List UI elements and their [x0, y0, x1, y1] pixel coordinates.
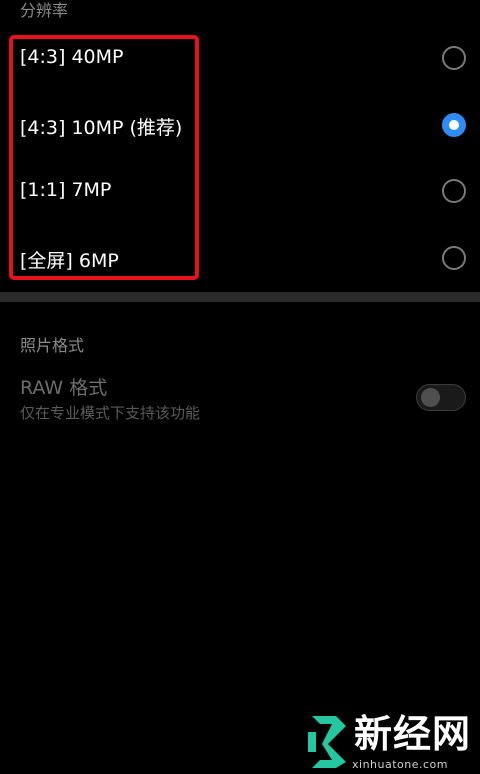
- annotation-highlight-box: [9, 35, 199, 280]
- resolution-section-header: 分辨率: [20, 1, 69, 20]
- raw-format-subtitle: 仅在专业模式下支持该功能: [20, 404, 201, 422]
- logo-icon: [308, 716, 346, 768]
- toggle-knob: [421, 388, 440, 407]
- section-divider: [0, 292, 480, 302]
- watermark-text: 新经网: [354, 711, 472, 756]
- radio-button[interactable]: [442, 179, 466, 203]
- radio-button[interactable]: [442, 46, 466, 70]
- radio-button[interactable]: [442, 246, 466, 270]
- watermark-logo: 新经网 xinhuatone.com: [306, 712, 476, 772]
- raw-format-toggle[interactable]: [416, 384, 466, 411]
- watermark-url: xinhuatone.com: [352, 758, 448, 771]
- raw-format-title: RAW 格式: [20, 377, 108, 399]
- photo-format-section-header: 照片格式: [20, 336, 85, 355]
- radio-button-selected[interactable]: [442, 113, 466, 137]
